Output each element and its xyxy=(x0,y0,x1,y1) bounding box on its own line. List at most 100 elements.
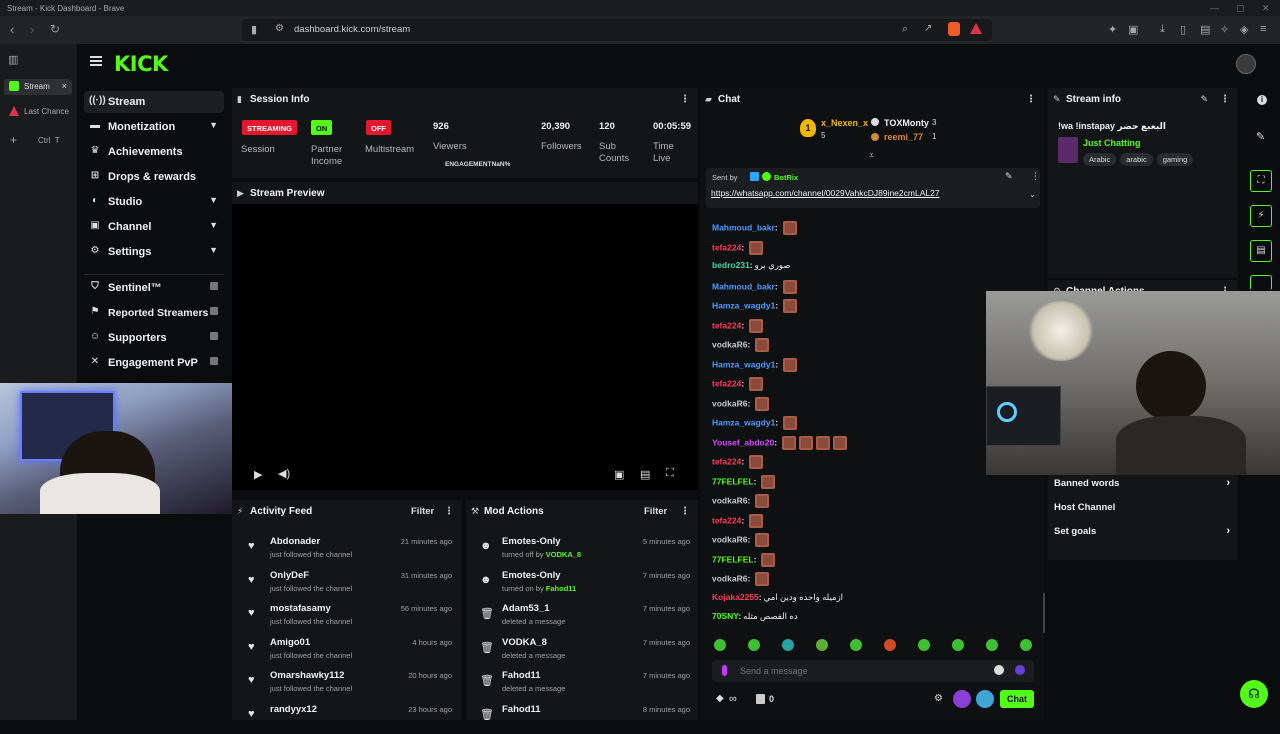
chat-username[interactable]: vodkaR6 xyxy=(712,339,747,349)
site-settings-icon[interactable]: ⚙ xyxy=(275,23,284,34)
mod-action-row[interactable]: 🗑 Fahod11 8 minutes ago xyxy=(474,702,694,734)
mod-action-row[interactable]: 🗑 VODKA_8 deleted a message 7 minutes ago xyxy=(474,635,694,667)
bolt-tool-icon[interactable]: ⚡ xyxy=(1250,205,1272,227)
notes-tool-icon[interactable]: ▤ xyxy=(1250,240,1272,262)
emote-image[interactable] xyxy=(755,494,770,508)
chat-username[interactable]: Mahmoud_bakr xyxy=(712,281,775,291)
chat-username[interactable]: 77FELFEL xyxy=(712,554,754,564)
chat-message[interactable]: Hamza_wagdy1: xyxy=(712,299,798,315)
emote-image[interactable] xyxy=(755,396,770,411)
share-icon[interactable]: ↗ xyxy=(924,23,932,34)
stream-tag[interactable]: gaming xyxy=(1156,153,1194,166)
sidebar-item-channel[interactable]: ▣ Channel ▼ xyxy=(84,216,224,238)
category-name[interactable]: Just Chatting xyxy=(1083,138,1141,148)
chat-message[interactable]: tefa224: xyxy=(712,455,764,471)
quick-emote-icon[interactable] xyxy=(714,639,726,651)
sidebar-item-stream[interactable]: ((·)) Stream xyxy=(84,91,224,113)
pencil-icon[interactable]: ✎ xyxy=(1256,130,1265,143)
multistream-badge[interactable]: OFF xyxy=(366,120,391,135)
activity-user[interactable]: OnlyDeF xyxy=(270,570,309,581)
second-gifter-name[interactable]: TOXMonty xyxy=(884,118,929,128)
mod-action-title[interactable]: Emotes-Only xyxy=(502,570,561,581)
mod-action-title[interactable]: Fahod11 xyxy=(502,704,541,715)
brave-rewards-icon[interactable] xyxy=(970,23,982,34)
sidebar-item-monetization[interactable]: ▬ Monetization ▼ xyxy=(84,116,224,138)
chat-message[interactable]: vodkaR6: xyxy=(712,572,770,588)
back-icon[interactable]: ‹ xyxy=(10,22,14,37)
third-gifter-name[interactable]: reemi_77 xyxy=(884,132,923,142)
chat-message[interactable]: Kojaka2255: ازميله واحده ودين امي xyxy=(712,592,843,608)
emote-image[interactable] xyxy=(749,455,764,469)
emoji-icon[interactable] xyxy=(994,665,1004,675)
emote-image[interactable] xyxy=(799,435,814,450)
wallet-icon[interactable]: ▣ xyxy=(1128,23,1138,36)
activity-user[interactable]: mostafasamy xyxy=(270,603,331,614)
theater-mode-icon[interactable]: ▤ xyxy=(640,468,650,481)
download-icon[interactable]: ⤓ xyxy=(1160,23,1165,36)
chat-username[interactable]: Hamza_wagdy1 xyxy=(712,359,775,369)
stream-preview-video[interactable]: ▶ ◀) ▣ ▤ ⛶ xyxy=(232,204,698,490)
chat-username[interactable]: tefa224 xyxy=(712,378,741,388)
chat-username[interactable]: tefa224 xyxy=(712,456,741,466)
address-bar[interactable]: ▮ ⚙ dashboard.kick.com/stream ⌕ ↗ xyxy=(242,19,992,41)
emote-image[interactable] xyxy=(749,240,764,255)
info-icon[interactable]: i xyxy=(1257,95,1267,105)
chat-username[interactable]: vodkaR6 xyxy=(712,534,747,544)
chat-message[interactable]: vodkaR6: xyxy=(712,396,770,413)
sidebar-item-sentinel[interactable]: ⛉ Sentinel™ xyxy=(84,277,224,299)
wallet-card-icon[interactable]: ▤ xyxy=(1200,23,1210,36)
gif-icon[interactable] xyxy=(976,690,994,708)
chat-message[interactable]: vodkaR6: xyxy=(712,338,770,354)
emote-image[interactable] xyxy=(833,435,848,450)
quick-emote-icon[interactable] xyxy=(850,639,862,651)
volume-icon[interactable]: ◀) xyxy=(278,467,290,480)
7tv-icon[interactable] xyxy=(953,690,971,708)
forward-icon[interactable]: › xyxy=(30,22,34,37)
kebab-menu-icon[interactable]: ⋮ xyxy=(1031,171,1040,182)
chat-username[interactable]: Kojaka2255 xyxy=(712,592,759,602)
chat-message[interactable]: vodkaR6: xyxy=(712,533,770,549)
quick-emote-icon[interactable] xyxy=(952,639,964,651)
chat-settings-icon[interactable]: ⚙ xyxy=(934,693,943,704)
quick-emote-icon[interactable] xyxy=(816,639,828,651)
activity-row[interactable]: ♥ OnlyDeF just followed the channel 31 minu… xyxy=(242,568,456,600)
extensions-icon[interactable]: ✦ xyxy=(1108,23,1117,36)
mod-filter-button[interactable]: Filter xyxy=(644,506,667,517)
stream-tag[interactable]: Arabic xyxy=(1083,153,1117,166)
sidebar-item-studio[interactable]: ◐ Studio ▼ xyxy=(84,191,224,213)
activity-row[interactable]: ♥ mostafasamy just followed the channel 56 … xyxy=(242,601,456,633)
play-icon[interactable]: ▶ xyxy=(254,468,262,481)
pin-icon[interactable]: ✎ xyxy=(1005,171,1013,182)
pinned-sender[interactable]: BotRix xyxy=(774,173,798,182)
chat-username[interactable]: vodkaR6 xyxy=(712,398,747,408)
hamburger-menu-icon[interactable] xyxy=(90,56,102,66)
chat-username[interactable]: Mahmoud_bakr xyxy=(712,222,775,232)
sidebar-item-achievements[interactable]: ♛ Achievements xyxy=(84,141,224,163)
emote-image[interactable] xyxy=(783,357,798,372)
quick-emote-icon[interactable] xyxy=(748,639,760,651)
sidebar-item-engagement-pvp[interactable]: ✕ Engagement PvP xyxy=(84,352,224,374)
mod-action-row[interactable]: ☻ Emotes-Only turned on by Fahod11 7 minute… xyxy=(474,568,694,600)
avatar[interactable] xyxy=(1236,54,1256,74)
chat-message[interactable]: tefa224: xyxy=(712,240,764,257)
chat-scrollbar[interactable] xyxy=(1043,593,1045,633)
kebab-menu-icon[interactable]: ⋮ xyxy=(680,506,690,517)
pip-icon[interactable]: ▣ xyxy=(614,468,624,481)
reload-icon[interactable]: ↻ xyxy=(50,22,60,36)
chat-username[interactable]: tefa224 xyxy=(712,320,741,330)
sidebar-item-settings[interactable]: ⚙ Settings ▼ xyxy=(84,241,224,263)
close-window-icon[interactable]: ✕ xyxy=(1262,3,1270,14)
chat-message[interactable]: vodkaR6: xyxy=(712,494,770,510)
emote-image[interactable] xyxy=(755,572,770,586)
chat-username[interactable]: 77FELFEL xyxy=(712,476,754,486)
chat-username[interactable]: tefa224 xyxy=(712,515,741,525)
emote-image[interactable] xyxy=(761,552,776,567)
chat-message[interactable]: Yousef_abdo20: xyxy=(712,435,848,452)
stream-tag[interactable]: arabic xyxy=(1120,153,1153,166)
chat-message[interactable]: bedro231: صوري برو xyxy=(712,260,791,276)
kebab-menu-icon[interactable]: ⋮ xyxy=(1026,94,1036,105)
mod-action-row[interactable]: ☻ Emotes-Only turned off by VODKA_8 5 minut… xyxy=(474,534,694,566)
close-tab-icon[interactable]: × xyxy=(62,81,67,91)
chat-message-input[interactable] xyxy=(740,663,990,679)
sidebar-item-reported-streamers[interactable]: ⚑ Reported Streamers xyxy=(84,302,224,324)
